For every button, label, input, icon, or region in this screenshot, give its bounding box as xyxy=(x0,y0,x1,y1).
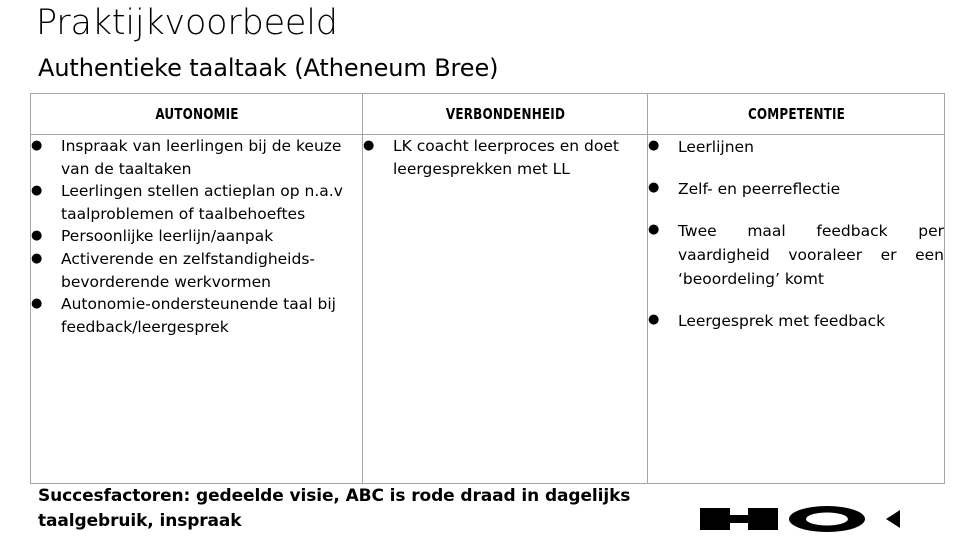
list-item: ● Twee maal feedback per vaardigheid voo… xyxy=(648,219,944,291)
column-header-autonomie: AUTONOMIE xyxy=(53,93,340,135)
dumbbell-shape xyxy=(700,508,778,530)
column-header-label: COMPETENTIE xyxy=(747,105,845,123)
triangle-left-shape xyxy=(886,510,900,528)
bullet-list-competentie: ● Leerlijnen ● Zelf- en peerreflectie ● … xyxy=(648,135,944,333)
page-title: Praktijkvoorbeeld xyxy=(36,3,338,43)
slide-canvas: Praktijkvoorbeeld Authentieke taaltaak (… xyxy=(0,0,960,540)
decorative-shape-group xyxy=(696,503,906,537)
list-item: ● Autonomie-ondersteunende taal bij feed… xyxy=(31,293,362,338)
bullet-list-verbondenheid: ● LK coacht leerproces en doet leergespr… xyxy=(363,135,647,180)
list-item-label: Leerlingen stellen actieplan op n.a.v ta… xyxy=(61,182,343,223)
ellipse-ring-shape xyxy=(789,506,865,532)
bullet-icon: ● xyxy=(31,138,43,153)
bullet-icon: ● xyxy=(648,138,660,153)
list-item: ● Zelf- en peerreflectie xyxy=(648,177,944,201)
column-header-label: VERBONDENHEID xyxy=(445,105,565,123)
bullet-icon: ● xyxy=(31,296,43,312)
list-item-label: Activerende en zelfstandigheids- bevorde… xyxy=(61,249,315,291)
list-item: ● Leerlingen stellen actieplan op n.a.v … xyxy=(31,180,362,225)
list-item-label: Inspraak van leerlingen bij de keuze van… xyxy=(61,137,342,178)
list-item-label: Twee maal feedback per vaardigheid voora… xyxy=(678,222,944,288)
cell-competentie: ● Leerlijnen ● Zelf- en peerreflectie ● … xyxy=(647,134,945,484)
column-header-label: AUTONOMIE xyxy=(154,105,239,123)
list-item-label: Leergesprek met feedback xyxy=(678,312,886,330)
bullet-icon: ● xyxy=(363,138,375,153)
column-header-verbondenheid: VERBONDENHEID xyxy=(382,93,628,135)
page-subtitle: Authentieke taaltaak (Atheneum Bree) xyxy=(38,54,499,82)
column-header-competentie: COMPETENTIE xyxy=(667,93,925,135)
cell-verbondenheid: ● LK coacht leerproces en doet leergespr… xyxy=(362,134,648,484)
bullet-icon: ● xyxy=(31,228,43,244)
list-item: ● Inspraak van leerlingen bij de keuze v… xyxy=(31,135,362,180)
list-item: ● Persoonlijke leerlijn/aanpak xyxy=(31,225,362,248)
list-item: ● Leergesprek met feedback xyxy=(648,309,944,333)
bullet-icon: ● xyxy=(31,183,43,199)
cell-autonomie: ● Inspraak van leerlingen bij de keuze v… xyxy=(30,134,363,484)
list-item: ● Activerende en zelfstandigheids- bevor… xyxy=(31,248,362,293)
table-row: ● Inspraak van leerlingen bij de keuze v… xyxy=(30,134,945,484)
bullet-icon: ● xyxy=(31,250,43,266)
bullet-icon: ● xyxy=(648,312,660,327)
list-item: ● Leerlijnen xyxy=(648,135,944,159)
bullet-icon: ● xyxy=(648,222,660,237)
list-item-label: Autonomie-ondersteunende taal bij feedba… xyxy=(61,295,336,336)
list-item: ● LK coacht leerproces en doet leergespr… xyxy=(363,135,647,180)
list-item-label: Zelf- en peerreflectie xyxy=(678,180,841,198)
list-item-label: Leerlijnen xyxy=(678,138,754,156)
success-factors-caption: Succesfactoren: gedeelde visie, ABC is r… xyxy=(38,486,631,531)
list-item-label: Persoonlijke leerlijn/aanpak xyxy=(61,227,274,246)
list-item-label: LK coacht leerproces en doet leergesprek… xyxy=(393,137,619,178)
bullet-icon: ● xyxy=(648,180,660,195)
table-header-row: AUTONOMIE VERBONDENHEID COMPETENTIE xyxy=(31,93,945,135)
bullet-list-autonomie: ● Inspraak van leerlingen bij de keuze v… xyxy=(31,135,362,338)
practice-example-table: AUTONOMIE VERBONDENHEID COMPETENTIE ● In xyxy=(30,93,945,484)
